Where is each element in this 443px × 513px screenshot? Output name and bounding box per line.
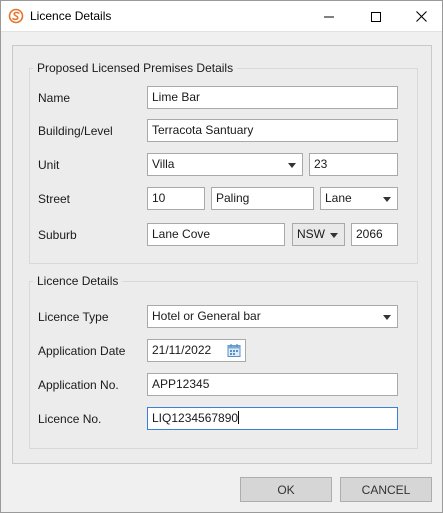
chevron-down-icon — [330, 233, 338, 238]
licence-no-value: LIQ1234567890 — [152, 411, 239, 425]
licence-type-label: Licence Type — [38, 310, 109, 324]
maximize-icon — [371, 11, 381, 22]
street-type-value: Lane — [325, 191, 352, 205]
minimize-icon — [324, 16, 334, 17]
licence-group-title: Licence Details — [33, 274, 123, 288]
window-title: Licence Details — [30, 9, 112, 23]
street-name-input[interactable]: Paling — [211, 187, 314, 210]
licence-type-value: Hotel or General bar — [152, 309, 261, 323]
maximize-button[interactable] — [353, 1, 399, 32]
state-select[interactable]: NSW — [292, 223, 345, 246]
name-label: Name — [38, 91, 71, 105]
suburb-label: Suburb — [38, 228, 77, 242]
chevron-down-icon — [288, 163, 296, 168]
application-date-input[interactable]: 21/11/2022 — [147, 339, 246, 362]
cancel-button[interactable]: CANCEL — [340, 477, 432, 502]
close-button[interactable] — [398, 1, 443, 32]
application-no-label: Application No. — [38, 378, 119, 392]
text-caret — [238, 411, 240, 424]
unit-number-input[interactable]: 23 — [309, 153, 398, 176]
licence-type-select[interactable]: Hotel or General bar — [147, 305, 398, 328]
street-label: Street — [38, 192, 71, 206]
minimize-button[interactable] — [306, 1, 352, 32]
title-bar[interactable]: Licence Details — [1, 1, 442, 32]
street-type-select[interactable]: Lane — [320, 187, 398, 210]
unit-label: Unit — [38, 158, 60, 172]
chevron-down-icon — [383, 197, 391, 202]
street-number-input[interactable]: 10 — [147, 187, 205, 210]
application-no-input[interactable]: APP12345 — [147, 373, 398, 396]
state-value: NSW — [297, 227, 325, 241]
unit-type-select[interactable]: Villa — [147, 153, 303, 176]
postcode-input[interactable]: 2066 — [351, 223, 398, 246]
premises-group-title: Proposed Licensed Premises Details — [33, 61, 238, 75]
app-logo-icon — [8, 8, 24, 24]
application-date-label: Application Date — [38, 344, 126, 358]
application-date-value: 21/11/2022 — [152, 343, 212, 357]
suburb-input[interactable]: Lane Cove — [147, 223, 285, 246]
licence-no-input[interactable]: LIQ1234567890 — [147, 407, 398, 430]
building-label: Building/Level — [38, 124, 113, 138]
chevron-down-icon — [383, 315, 391, 320]
licence-no-label: Licence No. — [38, 412, 102, 426]
close-icon — [415, 11, 427, 22]
unit-type-value: Villa — [152, 157, 175, 171]
name-input[interactable]: Lime Bar — [147, 86, 398, 109]
calendar-icon[interactable] — [227, 343, 241, 358]
ok-button[interactable]: OK — [240, 477, 332, 502]
building-input[interactable]: Terracota Santuary — [147, 119, 398, 142]
